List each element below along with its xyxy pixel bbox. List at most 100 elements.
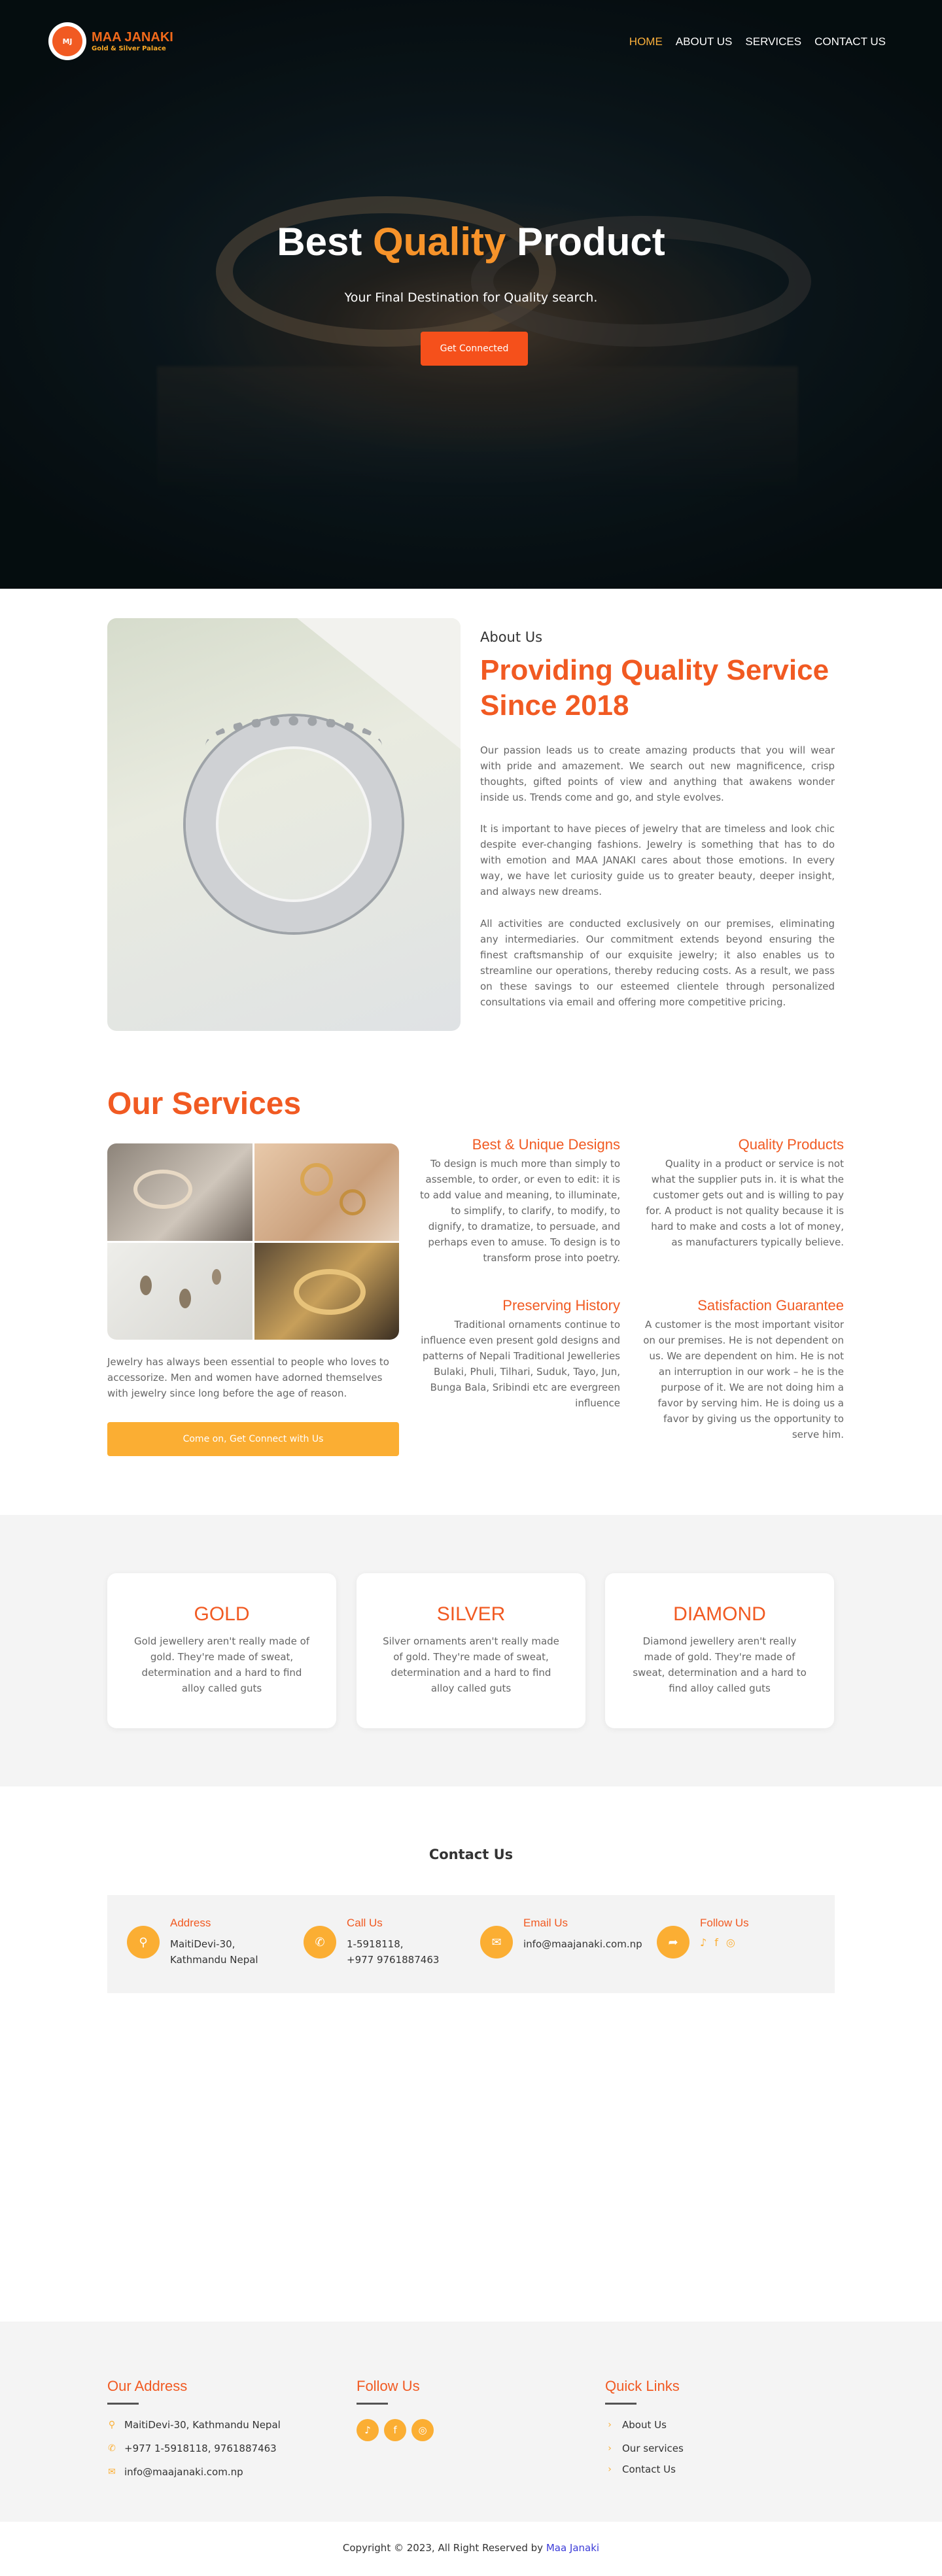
copyright-text: Copyright © 2023, All Right Reserved by <box>342 2542 546 2554</box>
logo-emblem-icon: MJ <box>52 26 82 56</box>
share-icon: ➦ <box>657 1926 689 1958</box>
footer-link-services[interactable]: › Our services <box>605 2443 684 2454</box>
category-text: Diamond jewellery aren't really made of … <box>633 1635 807 1694</box>
footer-follow-column: Follow Us ♪ f ◎ <box>357 2378 434 2441</box>
footer-links-column: Quick Links › About Us › Our services › Con… <box>605 2378 684 2487</box>
contact-email-value[interactable]: info@maajanaki.com.np <box>523 1936 642 1952</box>
facebook-icon[interactable]: f <box>714 1936 718 1949</box>
nav-services[interactable]: SERVICES <box>745 35 801 48</box>
footer-email[interactable]: info@maajanaki.com.np <box>124 2466 243 2478</box>
contact-call-label: Call Us <box>347 1917 383 1929</box>
main-menu: HOME ABOUT US SERVICES CONTACT US <box>629 35 886 48</box>
category-title: SILVER <box>436 1603 506 1625</box>
feature-text: To design is much more than simply to as… <box>419 1158 620 1264</box>
tiktok-icon[interactable]: ♪ <box>357 2419 379 2441</box>
chevron-right-icon: › <box>608 2464 612 2475</box>
location-pin-icon: ⚲ <box>127 1926 160 1958</box>
contact-follow: ➦ Follow Us ♪ f ◎ <box>657 1917 749 1958</box>
instagram-icon[interactable]: ◎ <box>726 1936 735 1949</box>
hero-title: Best Quality Product <box>0 219 942 264</box>
facebook-icon[interactable]: f <box>384 2419 406 2441</box>
category-title: GOLD <box>194 1603 250 1625</box>
feature-title: Satisfaction Guarantee <box>697 1297 844 1314</box>
footer-email-row: ✉ info@maajanaki.com.np <box>107 2466 281 2478</box>
get-connected-button[interactable]: Get Connected <box>421 332 528 366</box>
collage-bracelets <box>107 1143 253 1241</box>
contact-title: Contact Us <box>428 1847 514 1862</box>
nav-home[interactable]: HOME <box>629 35 663 48</box>
about-paragraph-2: It is important to have pieces of jewelr… <box>480 823 835 897</box>
footer-address-row: ⚲ MaitiDevi-30, Kathmandu Nepal <box>107 2419 281 2431</box>
chevron-right-icon: › <box>608 2420 612 2430</box>
footer-phone[interactable]: +977 1-5918118, 9761887463 <box>124 2443 277 2454</box>
tiktok-icon[interactable]: ♪ <box>700 1936 706 1949</box>
about-ring-image <box>107 618 461 1031</box>
contact-address: ⚲ Address MaitiDevi-30, Kathmandu Nepal <box>127 1917 258 1968</box>
jewelry-collage-image <box>107 1143 399 1340</box>
about-paragraph-3: All activities are conducted exclusively… <box>480 918 835 1008</box>
collage-rings <box>254 1143 399 1241</box>
about-title: Providing Quality Service Since 2018 <box>480 654 829 722</box>
phone-icon: ✆ <box>108 2443 116 2454</box>
services-intro-text: Jewelry has always been essential to peo… <box>107 1356 389 1399</box>
footer-social-links: ♪ f ◎ <box>357 2419 434 2441</box>
feature-title: Quality Products <box>738 1136 844 1153</box>
contact-address-label: Address <box>170 1917 211 1929</box>
feature-quality-products: Quality Products Quality in a product or… <box>639 1136 844 1250</box>
hero-subtitle: Your Final Destination for Quality searc… <box>344 290 598 305</box>
brand-logo[interactable]: MJ MAA JANAKI Gold & Silver Palace <box>48 22 173 60</box>
feature-best-unique-designs: Best & Unique Designs To design is much … <box>415 1136 620 1266</box>
location-pin-icon: ⚲ <box>108 2420 116 2430</box>
footer-phone-row: ✆ +977 1-5918118, 9761887463 <box>107 2443 281 2454</box>
nav-contact-us[interactable]: CONTACT US <box>814 35 886 48</box>
brand-tagline: Gold & Silver Palace <box>92 45 166 52</box>
category-text: Gold jewellery aren't really made of gol… <box>133 1635 310 1694</box>
contact-phone-2[interactable]: +977 9761887463 <box>347 1952 439 1968</box>
footer-divider <box>605 2403 637 2405</box>
footer-address-column: Our Address ⚲ MaitiDevi-30, Kathmandu Nep… <box>107 2378 281 2490</box>
footer-divider <box>107 2403 139 2405</box>
top-navbar: MJ MAA JANAKI Gold & Silver Palace HOME … <box>0 0 942 85</box>
feature-title: Preserving History <box>502 1297 620 1314</box>
about-kicker: About Us <box>480 629 543 645</box>
collage-gold-set <box>254 1242 399 1340</box>
about-ring-stones <box>205 716 382 775</box>
hero-title-part-1: Best <box>277 220 373 264</box>
brand-name: MAA JANAKI <box>92 30 173 44</box>
category-card-diamond[interactable]: DIAMOND Diamond jewellery aren't really … <box>605 1573 834 1728</box>
category-card-gold[interactable]: GOLD Gold jewellery aren't really made o… <box>107 1573 336 1728</box>
footer-link-label: Contact Us <box>622 2463 676 2475</box>
category-card-silver[interactable]: SILVER Silver ornaments aren't really ma… <box>357 1573 585 1728</box>
feature-text: Traditional ornaments continue to influe… <box>421 1319 620 1409</box>
hero-title-part-3: Product <box>506 220 665 264</box>
logo-text: MAA JANAKI Gold & Silver Palace <box>92 30 173 52</box>
contact-address-line-1: MaitiDevi-30, <box>170 1938 236 1950</box>
envelope-icon: ✉ <box>480 1926 513 1958</box>
copyright-brand-link[interactable]: Maa Janaki <box>546 2542 599 2554</box>
category-text: Silver ornaments aren't really made of g… <box>383 1635 559 1694</box>
about-paragraph-1: Our passion leads us to create amazing p… <box>480 744 835 803</box>
phone-icon: ✆ <box>304 1926 336 1958</box>
envelope-icon: ✉ <box>108 2467 116 2477</box>
feature-satisfaction-guarantee: Satisfaction Guarantee A customer is the… <box>639 1297 844 1442</box>
services-title: Our Services <box>107 1087 302 1121</box>
connect-with-us-button[interactable]: Come on, Get Connect with Us <box>107 1422 399 1456</box>
footer-link-about[interactable]: › About Us <box>605 2419 684 2431</box>
category-title: DIAMOND <box>673 1603 766 1625</box>
footer-link-label: About Us <box>622 2419 667 2431</box>
contact-address-line-2: Kathmandu Nepal <box>170 1954 258 1966</box>
footer-link-label: Our services <box>622 2443 684 2454</box>
footer-link-contact[interactable]: › Contact Us <box>605 2463 684 2475</box>
contact-social-links: ♪ f ◎ <box>700 1936 749 1949</box>
nav-about-us[interactable]: ABOUT US <box>676 35 733 48</box>
footer-follow-title: Follow Us <box>357 2378 420 2394</box>
contact-email-label: Email Us <box>523 1917 568 1929</box>
contact-follow-label: Follow Us <box>700 1917 749 1929</box>
contact-email: ✉ Email Us info@maajanaki.com.np <box>480 1917 642 1958</box>
contact-phone-1[interactable]: 1-5918118, <box>347 1936 439 1952</box>
instagram-icon[interactable]: ◎ <box>411 2419 434 2441</box>
hero-title-highlight: Quality <box>372 220 506 264</box>
footer-divider <box>357 2403 388 2405</box>
logo-badge: MJ <box>48 22 86 60</box>
feature-text: A customer is the most important visitor… <box>643 1319 844 1440</box>
